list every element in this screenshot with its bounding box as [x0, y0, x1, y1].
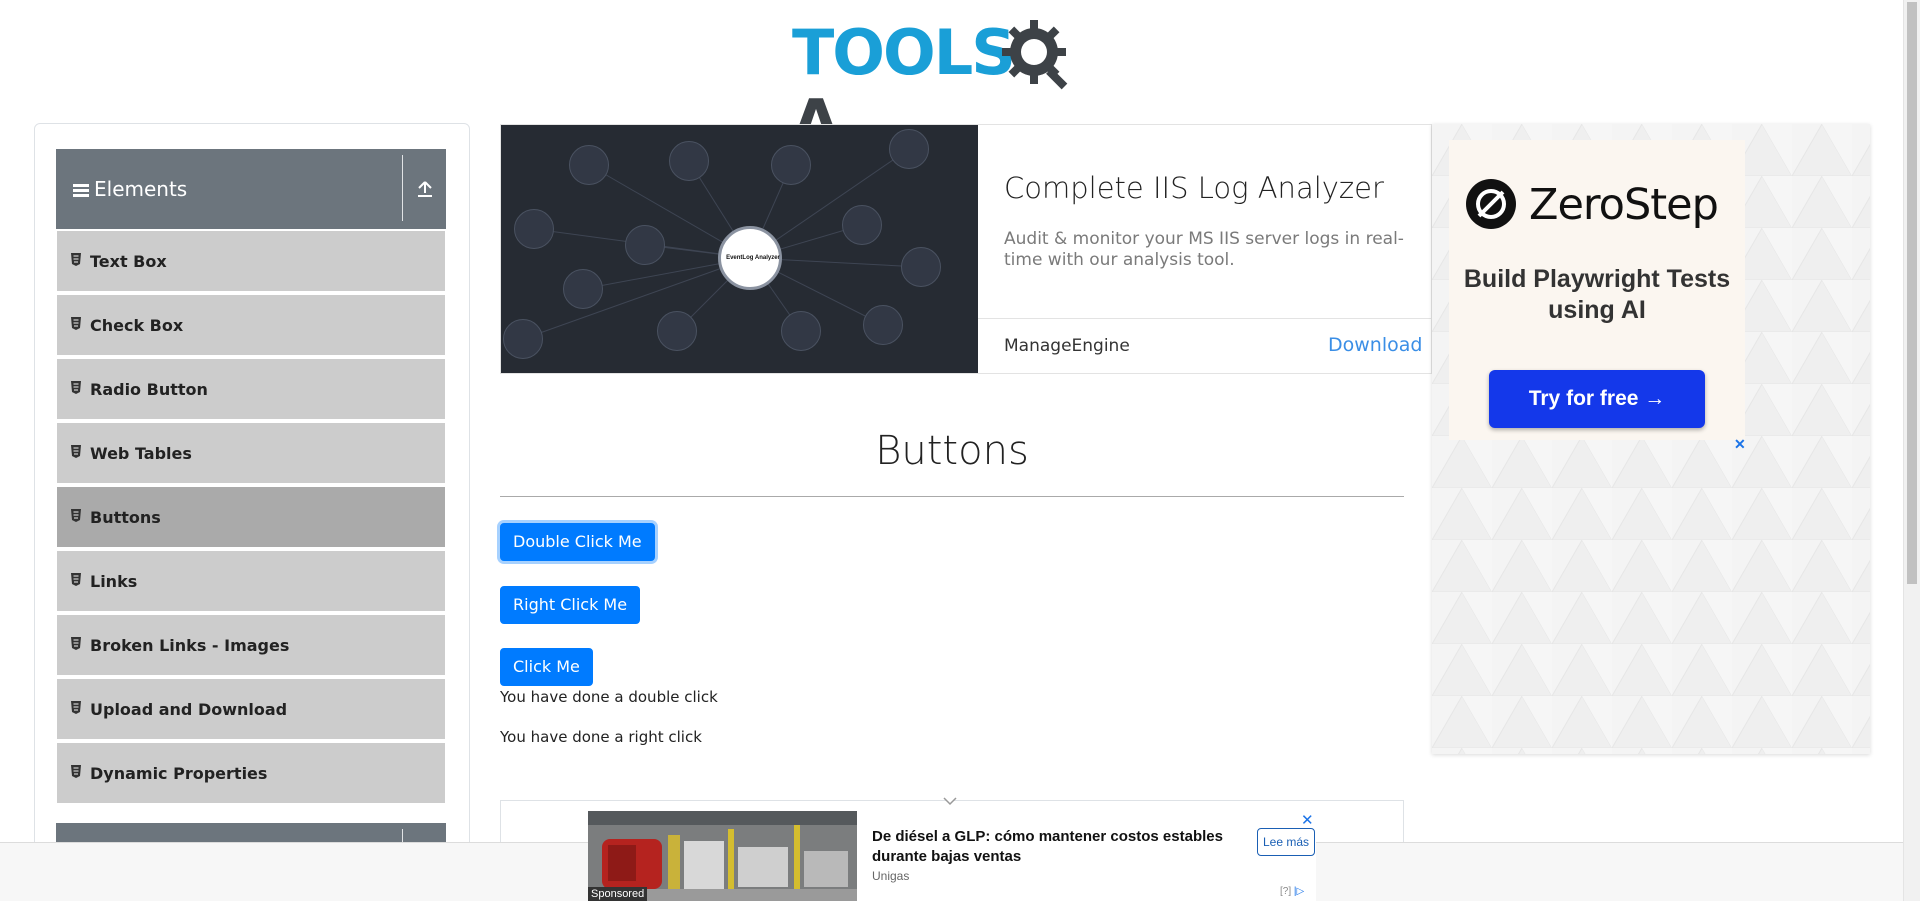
center-node-label: EventLog Analyzer — [726, 255, 780, 261]
page-scrollbar[interactable] — [1903, 0, 1920, 901]
ad-top-download-link[interactable]: Download ❯ — [1328, 334, 1431, 356]
sponsored-label: Sponsored — [588, 887, 648, 901]
ad-top-cta-label: Download — [1328, 334, 1423, 356]
adchoices-icon: |▷ — [1293, 886, 1305, 897]
lee-mas-button[interactable]: Lee más — [1257, 828, 1315, 856]
sticky-advertisement[interactable]: Sponsored De diésel a GLP: cómo mantener… — [588, 811, 1316, 901]
sidebar-item-check-box[interactable]: Check Box — [57, 295, 445, 357]
sidebar-item-dynamic-properties[interactable]: Dynamic Properties — [57, 743, 445, 805]
chevron-down-icon[interactable] — [942, 796, 958, 806]
ad-info-icon[interactable]: [?] |▷ — [1280, 886, 1304, 897]
ad-info-label: [?] — [1280, 886, 1292, 897]
html5-icon — [71, 765, 81, 778]
sidebar-item-text-box[interactable]: Text Box — [57, 231, 445, 293]
sidebar-item-broken-links-images[interactable]: Broken Links - Images — [57, 615, 445, 677]
sidebar-item-label: Upload and Download — [90, 700, 288, 719]
sidebar-item-radio-button[interactable]: Radio Button — [57, 359, 445, 421]
elements-group-header[interactable]: Elements — [56, 149, 446, 229]
sidebar-item-links[interactable]: Links — [57, 551, 445, 613]
sidebar-item-label: Web Tables — [90, 444, 192, 463]
html5-icon — [71, 509, 81, 522]
sidebar-item-buttons[interactable]: Buttons — [57, 487, 445, 549]
network-node — [563, 269, 603, 309]
sidebar-item-label: Buttons — [90, 508, 161, 527]
html5-icon — [71, 317, 81, 330]
try-for-free-button[interactable]: Try for free → — [1489, 370, 1705, 428]
zerostep-brand: ZeroStep — [1529, 180, 1719, 230]
network-node — [842, 205, 882, 245]
page-title: Buttons — [875, 428, 1029, 474]
html5-icon — [71, 253, 81, 266]
group-title: Elements — [94, 177, 188, 201]
double-click-button[interactable]: Double Click Me — [500, 523, 655, 561]
collapse-up-icon[interactable] — [416, 179, 434, 199]
sticky-ad-brand: Unigas — [872, 869, 910, 883]
html5-icon — [71, 637, 81, 650]
ad-top-description: Audit & monitor your MS IIS server logs … — [1004, 229, 1404, 270]
right-click-message: You have done a right click — [500, 728, 702, 746]
ad-top-image: EventLog Analyzer — [501, 125, 978, 373]
sidebar-item-label: Radio Button — [90, 380, 208, 399]
right-advertisement[interactable]: ZeroStep Build Playwright Tests using AI… — [1432, 124, 1870, 754]
left-panel: Elements Text Box Check Box Radio Button We… — [34, 123, 470, 901]
sticky-ad-close-icon[interactable]: ✕ — [1301, 811, 1314, 829]
network-node — [889, 129, 929, 169]
menu-icon — [73, 184, 89, 198]
html5-icon — [71, 573, 81, 586]
network-node — [901, 247, 941, 287]
sidebar-item-label: Dynamic Properties — [90, 764, 268, 783]
sticky-ad-image: Sponsored — [588, 811, 857, 901]
click-me-button[interactable]: Click Me — [500, 648, 593, 686]
sidebar-item-label: Broken Links - Images — [90, 636, 290, 655]
top-advertisement[interactable]: EventLog Analyzer Complete IIS Log Analy… — [500, 124, 1432, 374]
network-node — [771, 145, 811, 185]
page: TOOLSA Elements Text Box Check Box Radio… — [0, 0, 1920, 901]
group-header-divider — [402, 155, 403, 221]
right-click-button[interactable]: Right Click Me — [500, 586, 641, 624]
sidebar-item-label: Check Box — [90, 316, 184, 335]
sidebar-item-label: Text Box — [90, 252, 167, 271]
network-node — [503, 319, 543, 359]
sidebar-item-upload-and-download[interactable]: Upload and Download — [57, 679, 445, 741]
network-node — [781, 311, 821, 351]
eventlog-analyzer-node: EventLog Analyzer — [718, 226, 782, 290]
network-node — [569, 145, 609, 185]
html5-icon — [71, 445, 81, 458]
network-node — [657, 311, 697, 351]
ad-top-title[interactable]: Complete IIS Log Analyzer — [1004, 171, 1384, 205]
network-node — [514, 209, 554, 249]
zerostep-tagline: Build Playwright Tests using AI — [1463, 265, 1731, 324]
ad-close-icon[interactable]: ✕ — [1734, 436, 1746, 453]
scrollbar-thumb[interactable] — [1907, 2, 1917, 584]
sidebar-item-web-tables[interactable]: Web Tables — [57, 423, 445, 485]
double-click-message: You have done a double click — [500, 688, 718, 706]
toolsqa-logo[interactable]: TOOLSA — [792, 14, 1116, 158]
logo-text-blue: TOOLS — [792, 16, 1016, 89]
zerostep-logo-icon — [1466, 179, 1516, 229]
html5-icon — [71, 701, 81, 714]
network-node — [625, 225, 665, 265]
sticky-ad-title[interactable]: De diésel a GLP: cómo mantener costos es… — [872, 827, 1232, 867]
network-node — [863, 305, 903, 345]
gear-icon — [1002, 20, 1068, 90]
network-node — [669, 141, 709, 181]
ad-top-brand[interactable]: ManageEngine — [1004, 336, 1130, 356]
ad-top-divider — [978, 318, 1431, 319]
sidebar-item-label: Links — [90, 572, 138, 591]
zerostep-card[interactable]: ZeroStep Build Playwright Tests using AI… — [1449, 140, 1745, 440]
html5-icon — [71, 381, 81, 394]
heading-divider — [500, 496, 1404, 497]
